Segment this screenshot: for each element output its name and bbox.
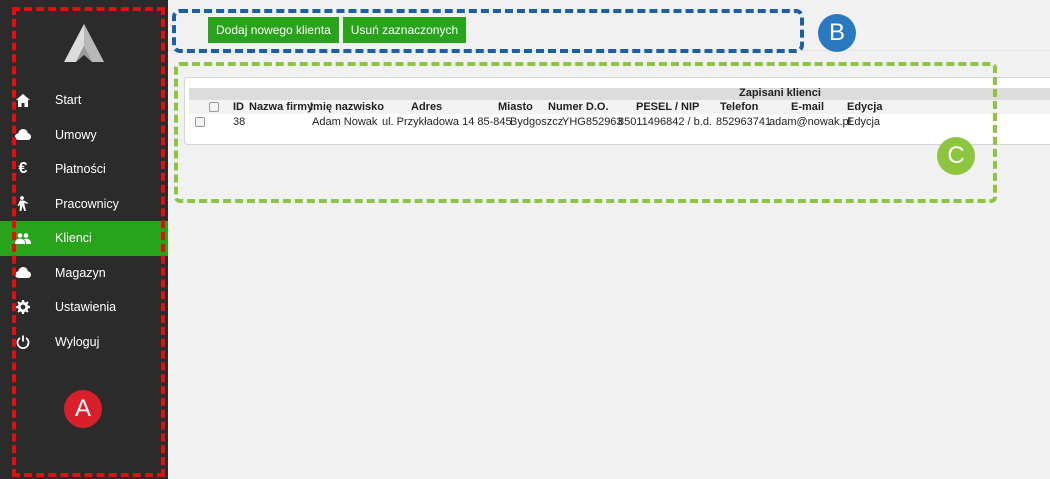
power-icon [5,332,41,352]
main-content: Dodaj nowego klienta Usuń zaznaczonych Z… [168,0,1050,479]
app-logo[interactable] [62,22,106,64]
column-header-city: Miasto [498,101,533,113]
sidebar-item-label: Pracownicy [55,196,119,211]
sidebar-item-label: Umowy [55,127,97,142]
users-icon [5,228,41,248]
table-header-row: ID Nazwa firmy Imię nazwisko Adres Miast… [189,100,1050,114]
column-header-phone: Telefon [720,101,759,113]
clients-table-panel: Zapisani klienci ID Nazwa firmy Imię naz… [184,77,1050,145]
cloud-icon [5,263,41,283]
column-header-company: Nazwa firmy [249,101,314,113]
delete-selected-button[interactable]: Usuń zaznaczonych [342,17,467,43]
edit-link[interactable]: Edycja [847,115,880,129]
sidebar-nav: Start Umowy € Płatności Pracownicy Klien… [0,83,168,359]
column-header-email: E-mail [791,101,825,113]
cell-id: 38 [233,116,246,128]
sidebar-item-pracownicy[interactable]: Pracownicy [0,187,168,222]
column-header-edit: Edycja [847,101,883,113]
gear-icon [5,297,41,317]
column-header-pesel: PESEL / NIP [636,101,700,113]
table-caption-bar: Zapisani klienci [189,87,1050,100]
sidebar: Start Umowy € Płatności Pracownicy Klien… [0,0,168,479]
column-header-name: Imię nazwisko [310,101,384,113]
table-row: 38 Adam Nowak ul. Przykładowa 14 85-845 … [189,115,1050,129]
euro-icon: € [18,160,28,178]
sidebar-item-label: Płatności [55,162,106,177]
toolbar-divider [168,50,1050,51]
row-checkbox[interactable] [195,117,205,127]
toolbar: Dodaj nowego klienta Usuń zaznaczonych [208,17,467,43]
sidebar-item-label: Start [55,93,82,108]
home-icon [5,90,41,110]
column-header-doc: Numer D.O. [548,101,609,113]
sidebar-item-label: Klienci [55,231,92,246]
sidebar-item-label: Wyloguj [55,334,100,349]
sidebar-item-ustawienia[interactable]: Ustawienia [0,290,168,325]
cell-pesel: 85011496842 / b.d. [618,116,712,128]
cell-doc: YHG852963 [562,116,623,128]
sidebar-item-umowy[interactable]: Umowy [0,118,168,153]
sidebar-item-magazyn[interactable]: Magazyn [0,256,168,291]
cloud-icon [5,125,41,145]
sidebar-item-wyloguj[interactable]: Wyloguj [0,325,168,360]
cell-city: Bydgoszcz [510,116,564,128]
select-all-checkbox[interactable] [209,102,219,112]
cell-name: Adam Nowak [312,116,378,128]
sidebar-item-klienci[interactable]: Klienci [0,221,168,256]
column-header-address: Adres [411,101,443,113]
column-header-id: ID [233,101,244,113]
cell-email: adam@nowak.pl [769,116,852,128]
add-client-button[interactable]: Dodaj nowego klienta [208,17,339,43]
cell-address: ul. Przykładowa 14 85-845 [382,116,512,128]
sidebar-item-start[interactable]: Start [0,83,168,118]
sidebar-item-label: Magazyn [55,265,106,280]
cell-phone: 852963741 [716,116,772,128]
table-caption: Zapisani klienci [739,87,821,99]
sidebar-item-label: Ustawienia [55,300,117,315]
worker-icon [5,194,41,214]
sidebar-item-platnosci[interactable]: € Płatności [0,152,168,187]
